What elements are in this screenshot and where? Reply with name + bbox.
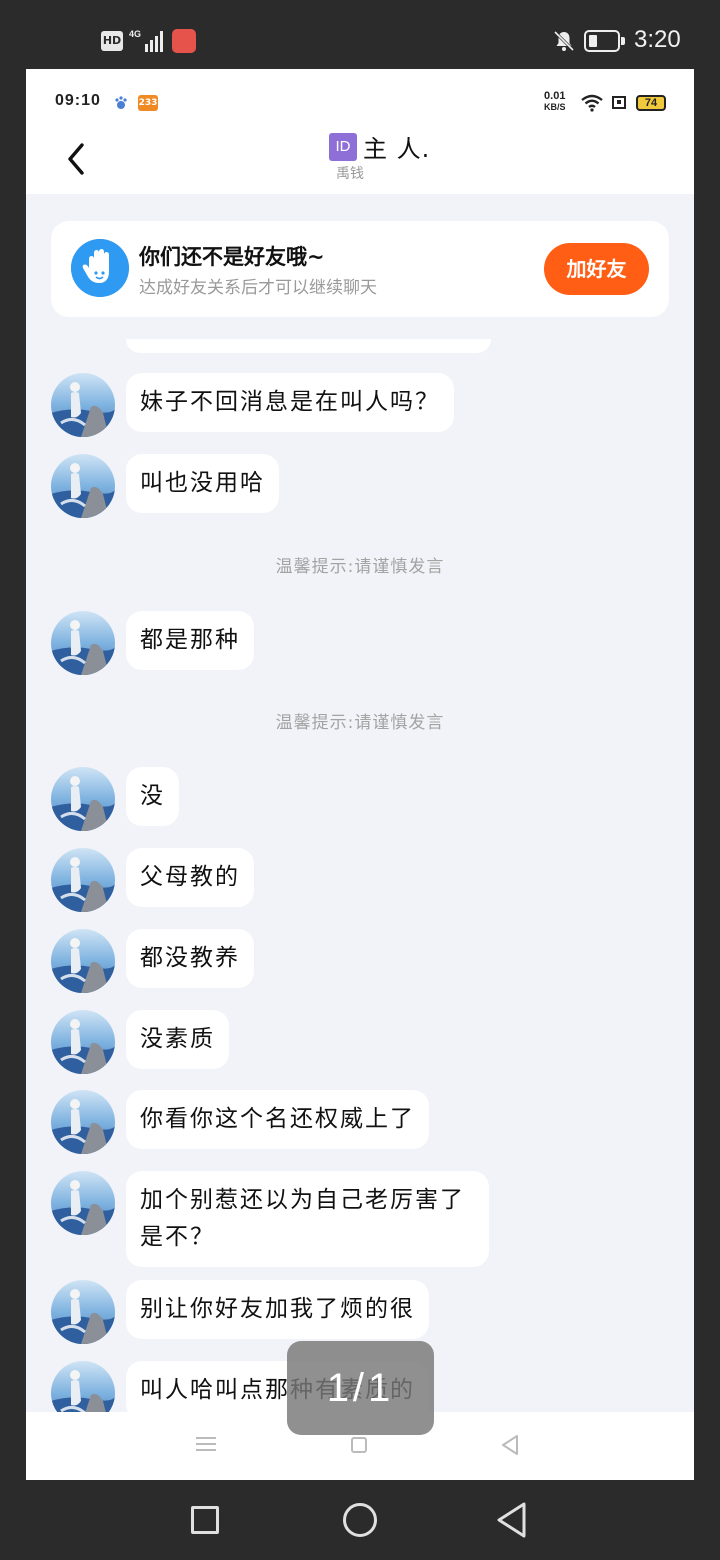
add-friend-button[interactable]: 加好友 — [544, 243, 649, 295]
message-list[interactable]: 妹子不回消息是在叫人吗？ 叫也没用哈 温馨提示:请谨慎发言 都是那种 温馨提示:请谨慎发… — [26, 317, 694, 1412]
back-triangle-icon-outer[interactable] — [494, 1501, 530, 1539]
message-bubble-partial — [126, 339, 491, 353]
message-bubble[interactable]: 你看你这个名还权威上了 — [126, 1090, 429, 1149]
hand-wave-icon — [71, 239, 129, 297]
message-bubble[interactable]: 别让你好友加我了烦的很 — [126, 1280, 429, 1339]
avatar[interactable] — [51, 929, 115, 993]
battery-icon — [584, 30, 620, 52]
page-indicator: 1/1 — [287, 1341, 434, 1435]
network-speed: 0.01 KB/S — [544, 91, 566, 113]
avatar[interactable] — [51, 611, 115, 675]
back-triangle-icon[interactable] — [499, 1434, 521, 1456]
app-screenshot: 09:10 233 0.01 KB/S 74 ID 主 人. 禹钱 你们还不是好… — [26, 69, 694, 1480]
avatar[interactable] — [51, 848, 115, 912]
avatar[interactable] — [51, 1280, 115, 1344]
bell-muted-icon — [553, 30, 575, 52]
message-bubble[interactable]: 没素质 — [126, 1010, 229, 1069]
contact-subtitle: 禹钱 — [336, 166, 364, 182]
inner-status-bar: 09:10 233 0.01 KB/S 74 — [26, 69, 694, 139]
avatar[interactable] — [51, 767, 115, 831]
chat-header: ID 主 人. 禹钱 — [26, 133, 694, 194]
banner-title: 你们还不是好友哦~ — [139, 245, 325, 269]
message-bubble[interactable]: 没 — [126, 767, 179, 826]
speed-unit: KB/S — [544, 102, 566, 112]
menu-icon[interactable] — [196, 1436, 216, 1452]
screen-record-icon — [612, 96, 626, 109]
outer-status-bar: HD 4G 3:20 — [0, 0, 720, 70]
inner-clock: 09:10 — [55, 92, 101, 109]
message-bubble[interactable]: 妹子不回消息是在叫人吗？ — [126, 373, 454, 432]
svg-text:4G: 4G — [129, 29, 141, 39]
avatar[interactable] — [51, 373, 115, 437]
message-bubble[interactable]: 加个别惹还以为自己老厉害了是不？ — [126, 1171, 489, 1267]
banner-subtitle: 达成好友关系后才可以继续聊天 — [139, 278, 377, 298]
battery-tip — [621, 37, 625, 45]
warning-tip: 温馨提示:请谨慎发言 — [275, 557, 445, 577]
hd-icon: HD — [101, 31, 123, 51]
message-bubble[interactable]: 都没教养 — [126, 929, 254, 988]
outer-clock: 3:20 — [634, 26, 681, 53]
home-circle-icon[interactable] — [343, 1503, 377, 1537]
message-bubble[interactable]: 都是那种 — [126, 611, 254, 670]
paw-icon — [115, 96, 127, 109]
inner-battery: 74 — [636, 95, 666, 111]
shopping-app-icon — [172, 29, 196, 53]
contact-name: 主 人. — [363, 135, 431, 163]
message-bubble[interactable]: 父母教的 — [126, 848, 254, 907]
avatar[interactable] — [51, 1171, 115, 1235]
add-friend-banner: 你们还不是好友哦~ 达成好友关系后才可以继续聊天 加好友 — [51, 221, 669, 317]
speed-value: 0.01 — [544, 90, 566, 102]
avatar[interactable] — [51, 1361, 115, 1412]
avatar[interactable] — [51, 1010, 115, 1074]
wifi-icon — [581, 94, 603, 112]
recents-square-icon[interactable] — [191, 1506, 219, 1534]
app-badge-icon: 233 — [138, 95, 158, 111]
cellular-signal-icon: 4G — [129, 29, 163, 52]
warning-tip: 温馨提示:请谨慎发言 — [275, 713, 445, 733]
avatar[interactable] — [51, 1090, 115, 1154]
home-icon[interactable] — [351, 1437, 367, 1453]
id-badge: ID — [329, 133, 357, 161]
avatar[interactable] — [51, 454, 115, 518]
message-bubble[interactable]: 叫也没用哈 — [126, 454, 279, 513]
